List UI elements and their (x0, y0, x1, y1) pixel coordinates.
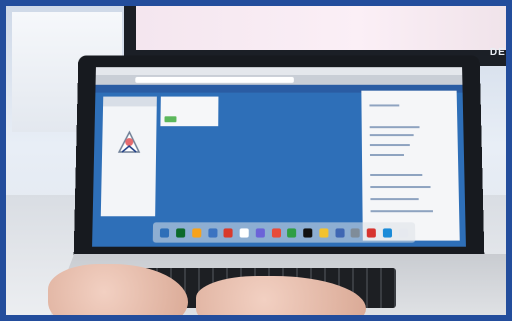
dock-app-icon[interactable] (160, 227, 170, 238)
panel-line (369, 104, 400, 107)
card-green-button (164, 116, 177, 123)
dock-app-icon[interactable] (255, 227, 265, 238)
setup-card (160, 96, 219, 127)
photo-frame: DELL (0, 0, 512, 321)
panel-line (370, 173, 423, 176)
laptop-lid (73, 55, 485, 261)
address-bar (135, 76, 294, 83)
right-panel (361, 90, 460, 241)
dock-app-icon[interactable] (366, 227, 377, 238)
panel-line (369, 134, 414, 137)
dock-app-icon[interactable] (207, 227, 218, 238)
background-monitor-screen (136, 6, 506, 50)
panel-line (369, 126, 420, 129)
laptop-screen (92, 67, 466, 247)
dock-app-icon[interactable] (350, 227, 361, 238)
dock-app-icon[interactable] (223, 227, 233, 238)
panel-line (370, 210, 433, 213)
avatar-icon (117, 130, 141, 153)
dock-app-icon[interactable] (398, 227, 408, 238)
monitor-brand-logo: DELL (489, 47, 506, 58)
left-panel (100, 96, 157, 217)
dock-app-icon[interactable] (382, 227, 392, 238)
panel-line (369, 154, 404, 157)
dock-app-icon[interactable] (319, 227, 329, 238)
dock-app-icon[interactable] (335, 227, 345, 238)
panel-line (369, 144, 410, 147)
menu-bar (95, 67, 463, 75)
panel-line (370, 186, 431, 189)
dock-app-icon[interactable] (303, 227, 313, 238)
dock-app-icon[interactable] (192, 227, 202, 238)
dock (152, 222, 416, 243)
dock-app-icon[interactable] (239, 227, 249, 238)
panel-line (370, 198, 419, 201)
browser-toolbar (95, 74, 463, 85)
left-panel-header (103, 96, 157, 107)
dock-app-icon[interactable] (271, 227, 281, 238)
dock-app-icon[interactable] (287, 227, 297, 238)
dock-app-icon[interactable] (176, 227, 186, 238)
